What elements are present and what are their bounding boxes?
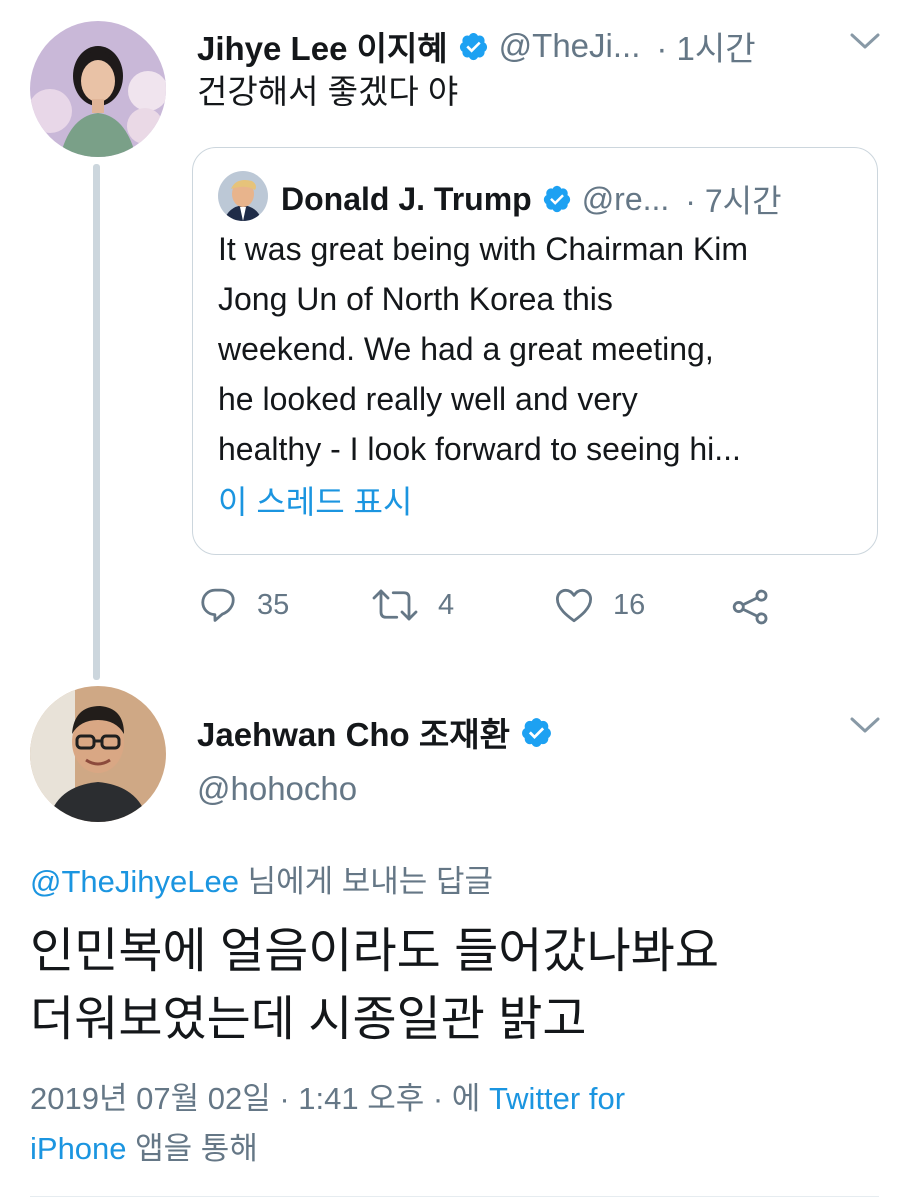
quoted-text-line: weekend. We had a great meeting, (218, 331, 714, 367)
chevron-down-icon[interactable] (849, 32, 881, 50)
parent-tweet-text: 건강해서 좋겠다 야 (197, 73, 459, 110)
share-icon[interactable] (730, 586, 772, 628)
author-name[interactable]: Jaehwan Cho 조재환 (197, 708, 510, 756)
reply-context: @TheJihyeLee 님에게 보내는 답글 (30, 856, 493, 901)
quoted-text-line: healthy - I look forward to seeing hi... (218, 431, 741, 467)
avatar-jaehwan-cho[interactable] (30, 686, 166, 822)
tweet-timestamp[interactable]: · 1시간 (656, 22, 755, 70)
show-thread-link[interactable]: 이 스레드 표시 (218, 480, 412, 524)
author-name[interactable]: Jihye Lee 이지혜 (197, 22, 448, 70)
verified-badge-icon (543, 185, 570, 213)
quoted-text-line: It was great being with Chairman Kim (218, 231, 748, 267)
like-count: 16 (613, 588, 646, 621)
avatar-jihye-lee[interactable] (30, 21, 166, 157)
retweet-action[interactable]: 4 (370, 584, 454, 626)
quoted-text-line: Jong Un of North Korea this (218, 281, 613, 317)
bottom-divider (30, 1196, 879, 1197)
thread-connector-line (93, 164, 100, 680)
main-tweet-header: Jaehwan Cho 조재환 (197, 708, 553, 756)
reply-to-suffix: 님에게 보내는 답글 (238, 864, 493, 899)
chevron-down-icon[interactable] (849, 716, 881, 734)
author-handle[interactable]: @TheJi... (499, 27, 641, 65)
reply-to-handle-link[interactable]: @TheJihyeLee (30, 864, 239, 899)
parent-tweet-header: Jihye Lee 이지혜 @TheJi... · 1시간 (197, 22, 756, 70)
reply-count: 35 (257, 588, 290, 621)
verified-badge-icon (459, 32, 487, 60)
reply-icon (201, 588, 235, 622)
tweet-text-line: 더워보였는데 시종일관 밝고 (30, 993, 587, 1046)
tweet-meta: 2019년 07월 02일 · 1:41 오후 · 에 Twitter for i… (30, 1074, 880, 1174)
quoted-author-handle: @re... (581, 180, 670, 217)
reply-action[interactable]: 35 (197, 584, 289, 626)
avatar-donald-trump (218, 171, 268, 221)
main-tweet-text: 인민복에 얼음이라도 들어갔나봐요 더워보였는데 시종일관 밝고 (30, 918, 719, 1054)
quoted-tweet-header: Donald J. Trump @re... · 7시간 (281, 176, 782, 222)
quoted-author-name: Donald J. Trump (281, 180, 532, 217)
retweet-icon (372, 589, 418, 621)
like-icon (555, 588, 593, 623)
quoted-text-line: he looked really well and very (218, 381, 638, 417)
quoted-tweet-text: It was great being with Chairman Kim Jon… (218, 224, 868, 474)
source-link-part1[interactable]: Twitter for (489, 1081, 625, 1116)
source-link-part2[interactable]: iPhone (30, 1131, 127, 1166)
verified-badge-icon (522, 717, 551, 747)
like-action[interactable]: 16 (553, 584, 645, 626)
quoted-tweet-timestamp: · 7시간 (685, 183, 782, 219)
tweet-datetime: 2019년 07월 02일 · 1:41 오후 · 에 (30, 1081, 489, 1116)
author-handle[interactable]: @hohocho (197, 770, 357, 808)
tweet-text-line: 인민복에 얼음이라도 들어갔나봐요 (30, 925, 720, 978)
source-suffix: 앱을 통해 (126, 1131, 258, 1166)
retweet-count: 4 (438, 588, 455, 621)
